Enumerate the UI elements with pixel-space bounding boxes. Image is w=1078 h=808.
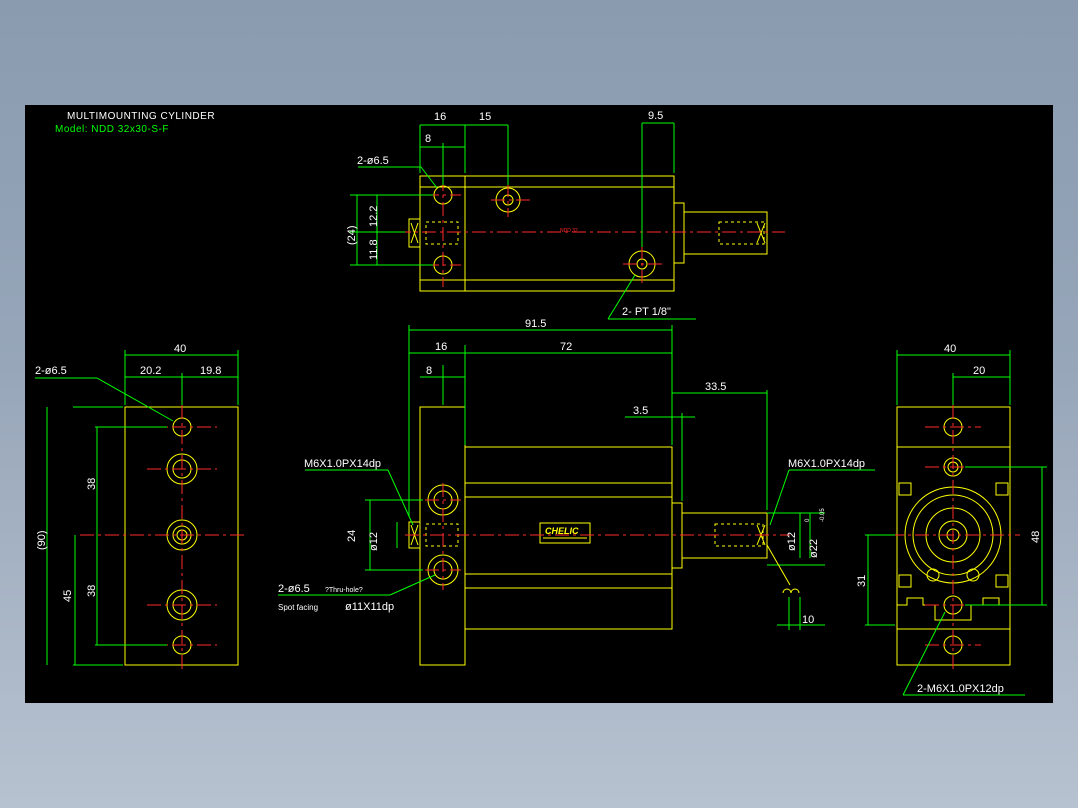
right-view: 40 20 48 31 2-M6X1.0PX12dp	[856, 343, 1047, 696]
dim-left-38-b: 38	[86, 585, 98, 597]
dim-left-45: 45	[62, 590, 74, 602]
dim-left-19-8: 19.8	[200, 365, 221, 377]
drawing-title: MULTIMOUNTING CYLINDER	[67, 111, 215, 122]
note-front-thread-right: M6X1.0PX14dp	[788, 458, 865, 470]
left-view: 40 20.2 19.8 (90) 38 38 45 2-ø6.5	[35, 343, 247, 670]
note-top-holes: 2-ø6.5	[357, 155, 389, 167]
dim-right-40: 40	[944, 343, 956, 355]
dim-left-40: 40	[174, 343, 186, 355]
dim-left-90: (90)	[36, 530, 48, 550]
model-number: Model: NDD 32x30-S-F	[55, 124, 169, 135]
dim-top-16: 16	[434, 111, 446, 123]
note-front-spot-facing-value: ø11X11dp	[345, 601, 394, 613]
dim-top-9-5: 9.5	[648, 110, 663, 122]
dim-front-33-5: 33.5	[705, 381, 726, 393]
dim-left-38-a: 38	[86, 478, 98, 490]
note-right-thread: 2-M6X1.0PX12dp	[917, 683, 1004, 695]
note-left-holes: 2-ø6.5	[35, 365, 67, 377]
dim-right-20: 20	[973, 365, 985, 377]
dim-top-15: 15	[479, 111, 491, 123]
note-front-thru-hole-suffix: ?Thru-hole?	[325, 587, 363, 594]
dim-front-24: 24	[346, 530, 358, 542]
note-top-ports: 2- PT 1/8"	[622, 306, 671, 318]
dim-top-8: 8	[425, 133, 431, 145]
dim-top-24: (24)	[346, 225, 358, 245]
top-view: 16 15 8 9.5 12.2 11.8 (24) 2-ø6.5 2- PT …	[346, 110, 785, 320]
dim-top-12-2: 12.2	[368, 206, 380, 227]
dim-front-8: 8	[426, 365, 432, 377]
dim-front-91-5: 91.5	[525, 318, 546, 330]
cad-drawing-area: MULTIMOUNTING CYLINDER Model: NDD 32x30-…	[25, 105, 1053, 703]
dim-right-48: 48	[1030, 531, 1042, 543]
front-view: CHELIC 91.5 16 72 8 33.5 3.5 24 ø12 ø12 …	[278, 318, 875, 666]
dim-right-31: 31	[856, 575, 868, 587]
dim-front-d12-left: ø12	[368, 532, 380, 551]
note-top-body-mark: NDD 32	[560, 228, 578, 234]
tol-lower: -0.05	[820, 508, 826, 522]
dim-front-72: 72	[560, 341, 572, 353]
dim-top-11-8: 11.8	[368, 239, 380, 260]
dim-front-3-5: 3.5	[633, 405, 648, 417]
cad-drawing: MULTIMOUNTING CYLINDER Model: NDD 32x30-…	[35, 110, 1047, 696]
dim-front-10: 10	[802, 614, 814, 626]
note-front-spot-facing-label: Spot facing	[278, 603, 318, 612]
dim-left-20-2: 20.2	[140, 365, 161, 377]
dim-front-d22: ø22	[808, 539, 820, 558]
note-front-thread-left: M6X1.0PX14dp	[304, 458, 381, 470]
note-front-thru-hole: 2-ø6.5	[278, 583, 310, 595]
dim-front-16: 16	[435, 341, 447, 353]
dim-front-d12-right: ø12	[786, 532, 798, 551]
